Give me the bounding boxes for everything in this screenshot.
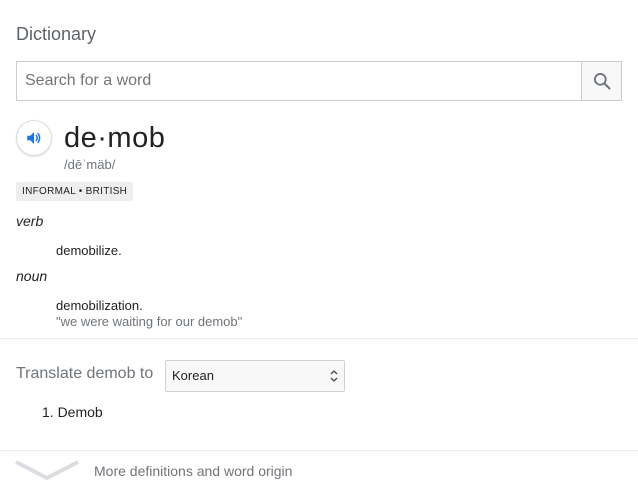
more-definitions-link[interactable]: More definitions and word origin	[94, 463, 292, 479]
panel-title: Dictionary	[16, 24, 97, 44]
language-select-value: Korean	[172, 368, 214, 383]
chevron-down-icon[interactable]	[14, 458, 80, 482]
definition-verb: demobilize.	[56, 243, 122, 258]
search-input[interactable]	[17, 62, 582, 100]
divider	[0, 450, 638, 451]
search-box	[16, 61, 622, 101]
select-arrows-icon	[330, 370, 338, 382]
usage-tag: INFORMAL • BRITISH	[16, 182, 134, 201]
dictionary-card: Dictionary de·mob /dēˈmäb/ INFORMAL • BR…	[0, 0, 638, 491]
translation-result: 1. Demob	[42, 404, 103, 420]
speaker-icon	[27, 132, 41, 144]
divider	[0, 338, 638, 339]
phonetic-spelling: /dēˈmäb/	[64, 157, 116, 172]
translate-label: Translate demob to	[16, 365, 154, 382]
headword: de·mob	[64, 122, 166, 154]
part-of-speech-noun: noun	[16, 268, 48, 284]
definition-noun: demobilization.	[56, 298, 143, 313]
search-icon	[593, 73, 610, 90]
example-sentence: "we were waiting for our demob"	[56, 314, 243, 329]
part-of-speech-verb: verb	[16, 213, 44, 229]
search-button[interactable]	[581, 62, 621, 100]
language-select[interactable]: Korean	[165, 360, 345, 392]
pronunciation-audio-button[interactable]	[16, 120, 52, 156]
